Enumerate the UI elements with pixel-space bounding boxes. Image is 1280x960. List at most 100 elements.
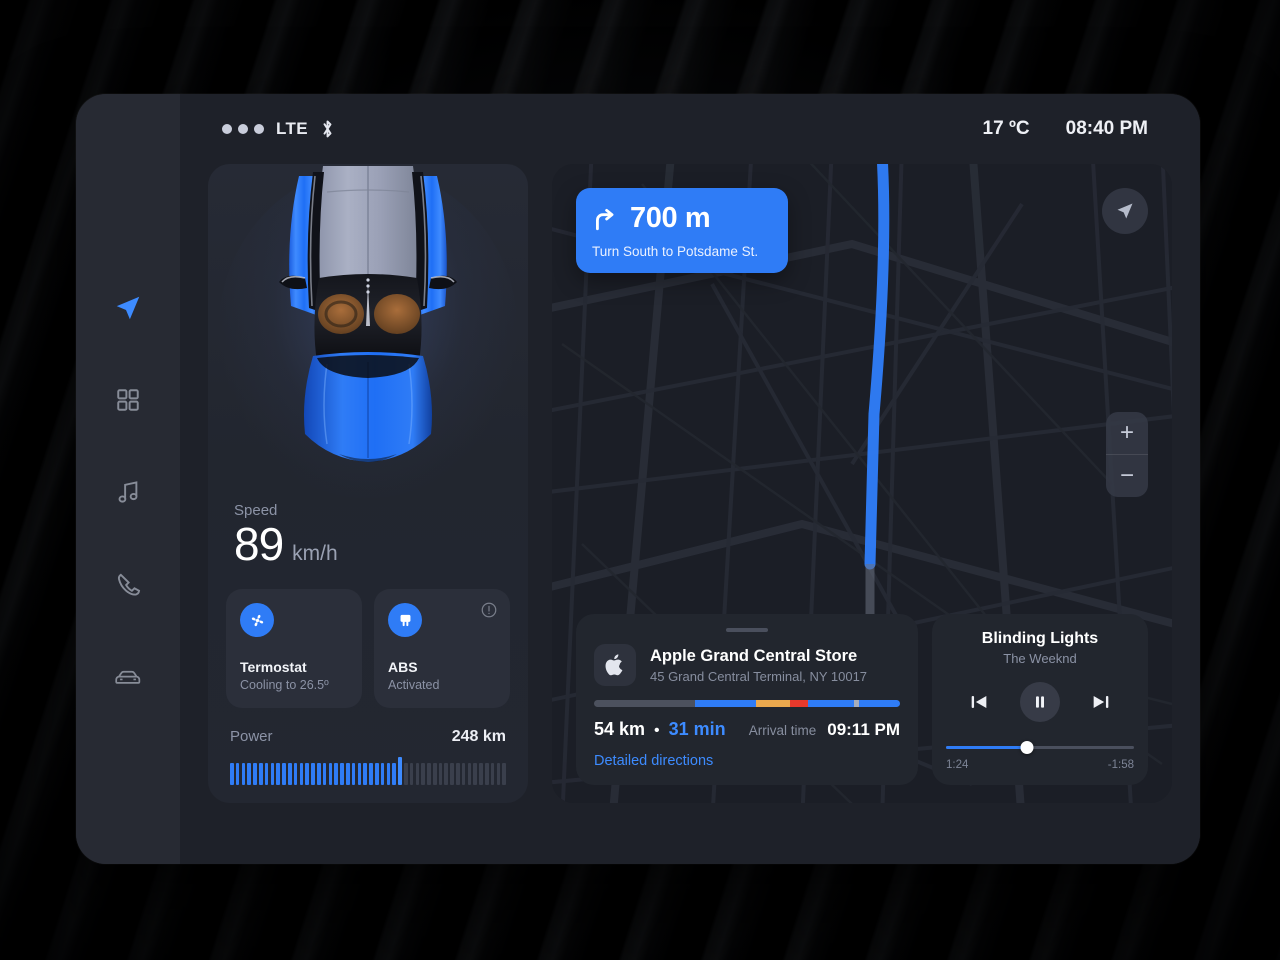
power-gauge-segment bbox=[444, 763, 449, 785]
signal-dots-icon bbox=[222, 124, 264, 134]
thermostat-icon-badge bbox=[240, 603, 274, 637]
power-gauge-segment bbox=[415, 763, 420, 785]
zoom-in-button[interactable]: + bbox=[1106, 412, 1148, 454]
apple-logo-icon bbox=[605, 654, 623, 676]
thermostat-tile[interactable]: Termostat Cooling to 26.5º bbox=[226, 589, 362, 708]
next-track-button[interactable] bbox=[1090, 691, 1112, 713]
sidebar-item-music[interactable] bbox=[106, 470, 150, 514]
power-gauge-segment bbox=[357, 763, 362, 785]
power-gauge-segment bbox=[403, 763, 408, 785]
navigation-instruction-text: Turn South to Potsdame St. bbox=[592, 244, 759, 259]
bluetooth-icon bbox=[323, 120, 332, 138]
power-gauge-segment bbox=[276, 763, 280, 785]
traffic-segment bbox=[756, 700, 790, 707]
power-gauge-segment bbox=[334, 763, 338, 785]
route-duration: 31 min bbox=[668, 719, 726, 739]
map-bottom-sheets: Apple Grand Central Store 45 Grand Centr… bbox=[576, 614, 1148, 785]
track-title: Blinding Lights bbox=[981, 630, 1099, 647]
main-content: Speed 89 km/h Termostat Cooling to 26.5º… bbox=[208, 164, 1172, 803]
traffic-segment bbox=[808, 700, 855, 707]
power-gauge bbox=[230, 757, 507, 785]
sidebar-item-phone[interactable] bbox=[106, 562, 150, 606]
pause-icon bbox=[1036, 696, 1044, 708]
power-gauge-segment bbox=[369, 763, 373, 785]
navigation-arrow-icon bbox=[116, 296, 140, 320]
traffic-segment bbox=[858, 700, 900, 707]
sheet-grabber[interactable] bbox=[726, 628, 768, 632]
seek-bar[interactable] bbox=[946, 740, 1134, 754]
power-gauge-segment bbox=[282, 763, 286, 785]
meta-separator: • bbox=[654, 722, 660, 739]
power-gauge-segment bbox=[392, 763, 396, 785]
temperature-label: 17 ºC bbox=[982, 118, 1030, 139]
power-gauge-segment bbox=[409, 763, 414, 785]
abs-icon-badge bbox=[388, 603, 422, 637]
seek-progress bbox=[946, 746, 1027, 749]
power-gauge-segment bbox=[247, 763, 251, 785]
detailed-directions-link[interactable]: Detailed directions bbox=[594, 753, 900, 769]
power-gauge-segment bbox=[305, 763, 309, 785]
fan-icon bbox=[251, 614, 263, 626]
screen: LTE 17 ºC 08:40 PM Speed 89 km/h Termost… bbox=[180, 94, 1200, 864]
status-bar: LTE 17 ºC 08:40 PM bbox=[208, 94, 1172, 164]
map-zoom-controls: + − bbox=[1106, 412, 1148, 497]
traffic-segment bbox=[694, 700, 757, 707]
destination-logo bbox=[594, 644, 636, 686]
power-gauge-segment bbox=[322, 763, 327, 785]
power-gauge-segment bbox=[363, 763, 367, 785]
power-gauge-segment bbox=[270, 763, 275, 785]
power-gauge-segment bbox=[427, 763, 431, 785]
power-gauge-segment bbox=[398, 757, 402, 785]
zoom-out-button[interactable]: − bbox=[1106, 455, 1148, 497]
skip-next-icon bbox=[1093, 696, 1109, 708]
abs-subtitle: Activated bbox=[388, 678, 440, 692]
skip-previous-icon bbox=[971, 696, 987, 708]
destination-name: Apple Grand Central Store bbox=[650, 646, 858, 665]
power-range-value: 248 km bbox=[451, 728, 506, 745]
power-gauge-segment bbox=[258, 763, 263, 785]
power-gauge-segment bbox=[421, 763, 425, 785]
grid-apps-icon bbox=[117, 389, 139, 411]
power-gauge-segment bbox=[241, 763, 246, 785]
destination-card: Apple Grand Central Store 45 Grand Centr… bbox=[576, 614, 918, 785]
previous-track-button[interactable] bbox=[968, 691, 990, 713]
power-gauge-segment bbox=[485, 763, 489, 785]
seek-handle[interactable] bbox=[1020, 741, 1034, 754]
route-distance: 54 km bbox=[594, 719, 646, 739]
power-gauge-segment bbox=[311, 763, 315, 785]
power-label: Power bbox=[230, 728, 273, 745]
power-gauge-segment bbox=[479, 763, 483, 785]
speed-value: 89 bbox=[234, 518, 284, 570]
traffic-segment bbox=[789, 700, 809, 707]
arrival-time: 09:11 PM bbox=[827, 720, 900, 739]
traffic-segment bbox=[594, 700, 695, 707]
power-gauge-segment bbox=[450, 763, 454, 785]
sidebar-item-apps[interactable] bbox=[106, 378, 150, 422]
power-gauge-segment bbox=[316, 763, 321, 785]
power-gauge-segment bbox=[299, 763, 304, 785]
arrival-label: Arrival time bbox=[748, 723, 817, 738]
sidebar-item-navigation[interactable] bbox=[106, 286, 150, 330]
power-gauge-segment bbox=[253, 763, 257, 785]
recenter-button[interactable] bbox=[1102, 188, 1148, 234]
car-stage bbox=[218, 166, 518, 510]
abs-warning-icon-wrap[interactable] bbox=[480, 601, 498, 624]
elapsed-time: 1:24 bbox=[946, 759, 969, 771]
navigation-instruction-card: 700 m Turn South to Potsdame St. bbox=[576, 188, 788, 273]
power-gauge-segment bbox=[293, 763, 298, 785]
sidebar-item-vehicle[interactable] bbox=[106, 654, 150, 698]
phone-icon bbox=[117, 573, 140, 596]
power-gauge-segment bbox=[264, 763, 269, 785]
brake-caliper-icon bbox=[400, 614, 410, 626]
abs-tile[interactable]: ABS Activated bbox=[374, 589, 510, 708]
power-gauge-segment bbox=[467, 763, 472, 785]
power-section: Power 248 km bbox=[226, 728, 510, 785]
track-artist: The Weeknd bbox=[1003, 651, 1077, 666]
car-top-view-image bbox=[279, 166, 457, 462]
power-gauge-segment bbox=[473, 763, 478, 785]
map-panel[interactable]: 700 m Turn South to Potsdame St. + − App… bbox=[552, 164, 1172, 803]
play-pause-button[interactable] bbox=[1020, 682, 1060, 722]
speed-display: Speed 89 km/h bbox=[226, 502, 510, 567]
power-gauge-segment bbox=[380, 763, 385, 785]
locate-arrow-icon bbox=[1117, 203, 1133, 219]
